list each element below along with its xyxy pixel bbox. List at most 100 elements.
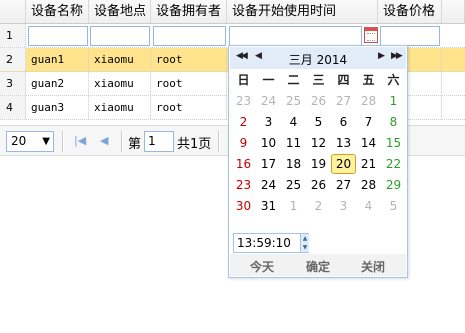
close-button[interactable]: 关闭 bbox=[361, 258, 385, 275]
weekday-header: 二 bbox=[287, 73, 300, 87]
weekday-header: 六 bbox=[387, 73, 400, 87]
cell-name: guan3 bbox=[26, 96, 89, 119]
calendar-day[interactable]: 17 bbox=[256, 154, 281, 174]
device-price-input[interactable] bbox=[380, 26, 440, 46]
calendar-day[interactable]: 18 bbox=[281, 154, 306, 174]
row-number: 2 bbox=[0, 48, 26, 71]
header-device-price[interactable]: 设备价格 bbox=[378, 0, 442, 23]
row-number: 4 bbox=[0, 96, 26, 119]
next-month-icon[interactable]: ▶ bbox=[378, 51, 385, 61]
prev-page-icon[interactable]: ◀ bbox=[100, 134, 108, 147]
calendar-day[interactable]: 30 bbox=[231, 196, 256, 216]
weekday-header: 三 bbox=[312, 73, 325, 87]
cell-location: xiaomu bbox=[89, 48, 151, 71]
cell-location: xiaomu bbox=[89, 96, 151, 119]
calendar-day[interactable]: 25 bbox=[281, 91, 306, 111]
calendar-day[interactable]: 26 bbox=[306, 175, 331, 195]
calendar-day[interactable]: 5 bbox=[306, 112, 331, 132]
chevron-down-icon: ▼ bbox=[42, 136, 50, 147]
calendar-day[interactable]: 25 bbox=[281, 175, 306, 195]
device-name-input[interactable] bbox=[28, 26, 88, 46]
calendar-day[interactable]: 31 bbox=[256, 196, 281, 216]
calendar-day[interactable]: 27 bbox=[331, 91, 356, 111]
time-spinner[interactable]: 13:59:10 ▲ ▼ bbox=[233, 233, 309, 253]
calendar-day[interactable]: 15 bbox=[381, 133, 406, 153]
calendar-day[interactable]: 8 bbox=[381, 112, 406, 132]
calendar-day[interactable]: 10 bbox=[256, 133, 281, 153]
header-rownum bbox=[0, 0, 26, 23]
cell-owner: root bbox=[151, 96, 227, 119]
calendar-day[interactable]: 3 bbox=[331, 196, 356, 216]
calendar-day[interactable]: 5 bbox=[381, 196, 406, 216]
calendar-day[interactable]: 22 bbox=[381, 154, 406, 174]
page-size-value: 20 bbox=[11, 134, 27, 148]
header-device-start-time[interactable]: 设备开始使用时间 bbox=[227, 0, 378, 23]
calendar-day[interactable]: 2 bbox=[306, 196, 331, 216]
device-owner-input[interactable] bbox=[153, 26, 226, 46]
date-picker-popup: ◀◀ ◀ 三月 2014 ▶ ▶▶ 日一二三四五六 23 24 25 26 27 28 1 2 3… bbox=[228, 45, 408, 278]
calendar-day[interactable]: 3 bbox=[256, 112, 281, 132]
row-number: 3 bbox=[0, 72, 26, 95]
first-page-icon[interactable]: |◀ bbox=[74, 134, 86, 147]
calendar-footer: 今天 确定 关闭 bbox=[230, 254, 406, 276]
calendar-day[interactable]: 12 bbox=[306, 133, 331, 153]
start-time-input[interactable] bbox=[229, 26, 362, 46]
calendar-day[interactable]: 14 bbox=[356, 133, 381, 153]
grid-header: 设备名称 设备地点 设备拥有者 设备开始使用时间 设备价格 bbox=[0, 0, 465, 24]
calendar-day[interactable]: 27 bbox=[331, 175, 356, 195]
calendar-day[interactable]: 29 bbox=[381, 175, 406, 195]
cell-owner: root bbox=[151, 48, 227, 71]
today-button[interactable]: 今天 bbox=[250, 258, 274, 275]
weekday-header: 四 bbox=[337, 73, 350, 87]
calendar-day[interactable]: 2 bbox=[231, 112, 256, 132]
cell-name: guan1 bbox=[26, 48, 89, 71]
calendar-day[interactable]: 26 bbox=[306, 91, 331, 111]
spinner-arrows[interactable]: ▲ ▼ bbox=[300, 234, 309, 252]
header-filler bbox=[442, 0, 465, 23]
calendar-day[interactable]: 4 bbox=[356, 196, 381, 216]
weekday-header: 一 bbox=[262, 73, 275, 87]
calendar-day[interactable]: 20 bbox=[331, 154, 356, 174]
calendar-day[interactable]: 9 bbox=[231, 133, 256, 153]
calendar-day[interactable]: 16 bbox=[231, 154, 256, 174]
header-device-location[interactable]: 设备地点 bbox=[89, 0, 151, 23]
page-size-select[interactable]: 20 ▼ bbox=[6, 131, 54, 152]
separator bbox=[218, 131, 220, 152]
cell-name: guan2 bbox=[26, 72, 89, 95]
row-number: 1 bbox=[0, 24, 26, 47]
weekday-header: 五 bbox=[362, 73, 375, 87]
calendar-day[interactable]: 24 bbox=[256, 91, 281, 111]
next-year-icon[interactable]: ▶▶ bbox=[391, 51, 403, 61]
weekday-header: 日 bbox=[237, 73, 250, 87]
calendar-day[interactable]: 21 bbox=[356, 154, 381, 174]
calendar-day[interactable]: 7 bbox=[356, 112, 381, 132]
device-location-input[interactable] bbox=[90, 26, 150, 46]
separator bbox=[121, 131, 123, 152]
cell-owner: root bbox=[151, 72, 227, 95]
calendar-day[interactable]: 11 bbox=[281, 133, 306, 153]
calendar-day[interactable]: 28 bbox=[356, 175, 381, 195]
calendar-day[interactable]: 1 bbox=[381, 91, 406, 111]
calendar-day[interactable]: 1 bbox=[281, 196, 306, 216]
page-total-label: 共1页 bbox=[177, 137, 212, 152]
page-prefix-label: 第 bbox=[128, 137, 142, 152]
cell-location: xiaomu bbox=[89, 72, 151, 95]
calendar-day[interactable]: 19 bbox=[306, 154, 331, 174]
calendar-header: ◀◀ ◀ 三月 2014 ▶ ▶▶ bbox=[230, 47, 406, 69]
time-value[interactable]: 13:59:10 bbox=[237, 236, 291, 250]
header-device-owner[interactable]: 设备拥有者 bbox=[151, 0, 227, 23]
calendar-day[interactable]: 6 bbox=[331, 112, 356, 132]
calendar-icon[interactable] bbox=[364, 27, 378, 43]
calendar-day[interactable]: 13 bbox=[331, 133, 356, 153]
ok-button[interactable]: 确定 bbox=[306, 258, 330, 275]
calendar-day[interactable]: 23 bbox=[231, 91, 256, 111]
header-device-name[interactable]: 设备名称 bbox=[26, 0, 89, 23]
calendar-day[interactable]: 28 bbox=[356, 91, 381, 111]
calendar-day[interactable]: 4 bbox=[281, 112, 306, 132]
separator bbox=[62, 131, 64, 152]
calendar-year[interactable]: 2014 bbox=[317, 53, 348, 67]
calendar-month[interactable]: 三月 bbox=[289, 53, 313, 67]
page-number-input[interactable]: 1 bbox=[144, 131, 174, 152]
calendar-day[interactable]: 24 bbox=[256, 175, 281, 195]
calendar-day[interactable]: 23 bbox=[231, 175, 256, 195]
